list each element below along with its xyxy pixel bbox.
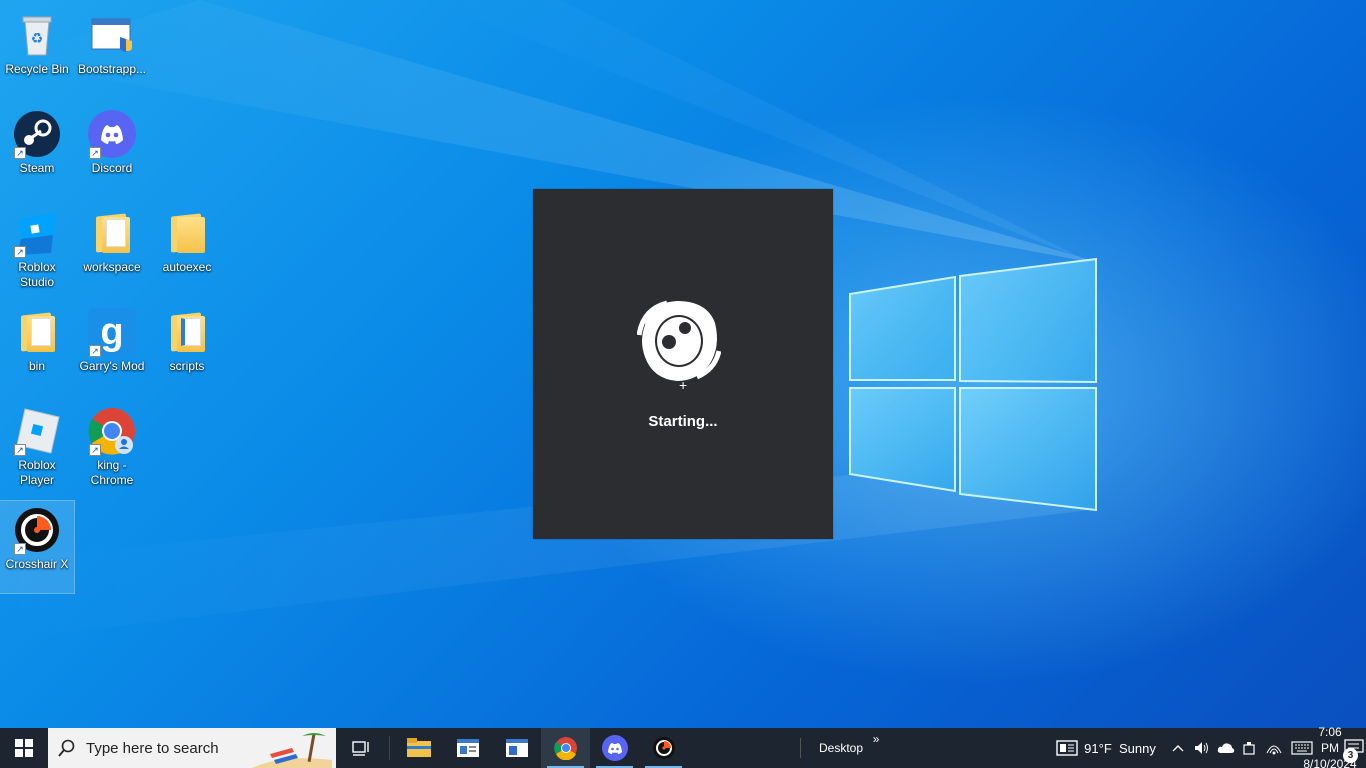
svg-text:g: g [100,311,123,353]
network-button[interactable] [1262,728,1286,768]
shortcut-arrow-icon: ↗ [89,345,101,357]
action-center-button[interactable]: 3 [1342,728,1366,768]
battery-icon [1243,742,1255,755]
roblox-player-icon: ↗ [12,406,62,456]
show-hidden-icons-button[interactable] [1166,728,1190,768]
desktop-icon-label: Bootstrapp... [77,62,147,76]
crosshair-cursor-icon: + [679,377,688,393]
shortcut-arrow-icon: ↗ [14,444,26,456]
file-explorer-icon [406,738,431,757]
chevron-up-icon [1172,745,1184,752]
desktop-icon-label: Recycle Bin [5,62,69,76]
desktop-icon-label: Roblox Studio [18,260,56,289]
svg-text:♻: ♻ [31,30,44,46]
shortcut-arrow-icon: ↗ [89,444,101,456]
desktop-icon-garrys-mod[interactable]: g ↗ Garry's Mod [75,303,149,395]
discord-clyde-logo-icon [637,300,721,381]
desktop-icon-label: scripts [169,359,205,373]
task-view-button[interactable] [336,728,385,768]
folder-icon [162,208,212,258]
desktop-icon-label: bin [28,359,45,373]
desktop-icon-crosshair-x[interactable]: ↗ Crosshair X [0,500,75,594]
toolbar-divider [800,738,801,758]
store-app-button[interactable] [492,728,541,768]
speaker-icon [1195,742,1208,754]
news-app-icon [456,739,479,757]
onedrive-button[interactable] [1214,728,1238,768]
notification-count-badge: 3 [1343,748,1358,763]
steam-icon: ↗ [12,109,62,159]
search-icon [48,739,86,757]
desktop-icon-label: Steam [19,161,55,175]
windows-start-icon [15,739,33,757]
roblox-studio-icon: ↗ [12,208,62,258]
garrys-mod-icon: g ↗ [87,307,137,357]
desktop-icon-label: king - Chrome [90,458,134,487]
desktop-icon-label: Crosshair X [5,557,69,571]
battery-button[interactable] [1238,728,1262,768]
shortcut-arrow-icon: ↗ [89,147,101,159]
desktop-icon-label: Roblox Player [18,458,56,487]
desktop-icon-label: autoexec [162,260,212,274]
taskbar: Desktop » 91°F Sunny 7:06 PM 8/10/2024 [0,725,1366,768]
desktop-icon-recycle-bin[interactable]: ♻ Recycle Bin [0,6,74,98]
discord-icon [601,735,628,761]
task-view-icon [351,741,369,756]
desktop-icon-label: Garry's Mod [79,359,145,373]
desktop-icon-steam[interactable]: ↗ Steam [0,105,74,197]
cloud-icon [1217,743,1235,753]
desktop-icon-roblox-player[interactable]: ↗ Roblox Player [0,402,74,494]
shortcut-arrow-icon: ↗ [14,246,26,258]
taskbar-divider [389,736,390,760]
folder-icon [12,307,62,357]
taskbar-search-box[interactable] [48,728,336,768]
recycle-bin-icon: ♻ [12,10,62,60]
folder-icon [87,208,137,258]
desktop-toolbar-label: Desktop [819,741,864,755]
search-input[interactable] [86,739,256,757]
start-button[interactable] [0,728,48,768]
desktop-icon-bin[interactable]: bin [0,303,74,395]
shortcut-arrow-icon: ↗ [14,147,26,159]
discord-icon: ↗ [87,109,137,159]
desktop-toolbar-button[interactable]: Desktop [815,728,867,768]
clock-time: 7:06 PM [1318,725,1342,755]
file-explorer-button[interactable] [394,728,443,768]
desktop-icon-discord[interactable]: ↗ Discord [75,105,149,197]
chrome-taskbar-button[interactable] [541,728,590,768]
shortcut-arrow-icon: ↗ [14,543,26,555]
discord-splash-window: + Starting... [533,189,833,539]
weather-text: 91°F Sunny [1084,740,1156,756]
weather-widget[interactable]: 91°F Sunny [1046,728,1166,768]
clock-button[interactable]: 7:06 PM 8/10/2024 [1303,725,1356,768]
store-app-icon [505,739,528,757]
desktop-icon-scripts[interactable]: scripts [150,303,224,395]
crosshair-x-taskbar-button[interactable] [639,728,688,768]
desktop-icon-label: Discord [91,161,133,175]
crosshair-x-icon: ↗ [12,505,62,555]
toolbar-expand-button[interactable]: » [867,728,885,768]
discord-taskbar-button[interactable] [590,728,639,768]
system-tray: 91°F Sunny 7:06 PM 8/10/2024 3 [1046,725,1366,768]
desktop-icon-autoexec[interactable]: autoexec [150,204,224,296]
desktop-icon-chrome-profile[interactable]: ↗ king - Chrome [75,402,149,494]
chrome-profile-icon: ↗ [87,406,137,456]
desktop-icon-roblox-studio[interactable]: ↗ Roblox Studio [0,204,74,296]
chevron-double-right-icon: » [872,732,880,746]
folder-icon [162,307,212,357]
desktop-icon-workspace[interactable]: workspace [75,204,149,296]
news-weather-icon [1056,740,1078,756]
keyboard-icon [1291,741,1313,755]
desktop-icon-label: workspace [83,260,141,274]
installer-icon [87,10,137,60]
search-highlight-beach-icon [252,733,332,768]
chrome-icon [553,737,577,760]
desktop-icon-bootstrapper[interactable]: Bootstrapp... [75,6,149,98]
news-app-button[interactable] [443,728,492,768]
volume-button[interactable] [1190,728,1214,768]
wifi-icon [1266,745,1282,755]
crosshair-x-icon [652,737,675,759]
splash-status-text: Starting... [648,413,718,430]
desktop: ♻ Recycle Bin Bootstrapp... ↗ Steam ↗ Di… [0,0,1366,728]
